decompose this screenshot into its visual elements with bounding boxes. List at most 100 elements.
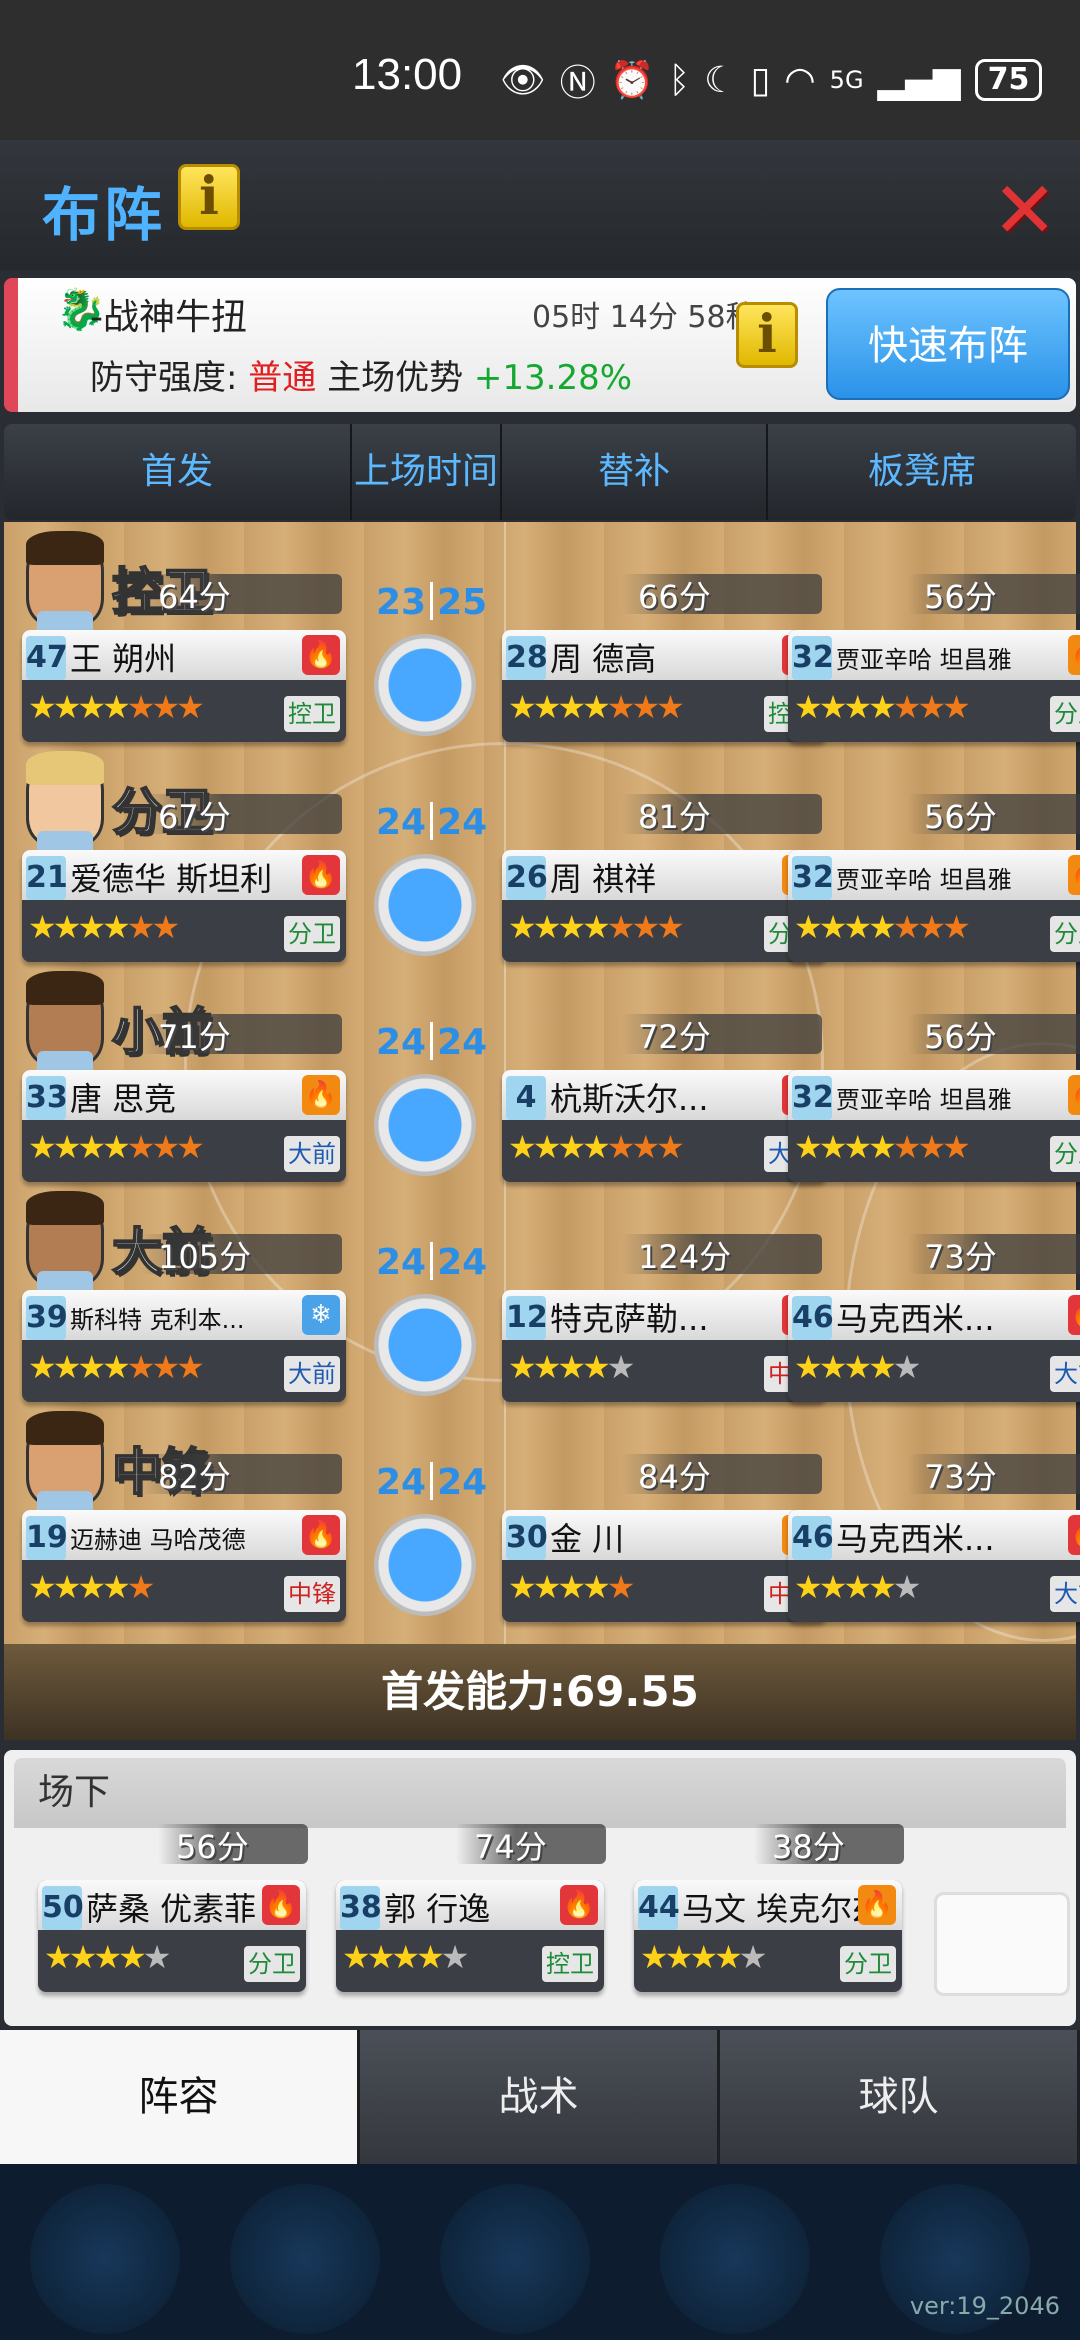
play-minutes: 124分 xyxy=(638,1238,732,1276)
swap-toggle-button[interactable] xyxy=(374,1514,476,1616)
avatar-jersey xyxy=(37,1491,93,1511)
star-rating: ★★★★★★★ xyxy=(508,688,685,726)
star-rating: ★★★★★★★ xyxy=(28,1128,205,1166)
quick-lineup-button[interactable]: 快速布阵 xyxy=(826,288,1070,400)
tab-bench[interactable]: 板凳席 xyxy=(768,424,1076,520)
player-card[interactable]: 33 唐 思竞 🔥 ★★★★★★★ 大前 xyxy=(22,1070,346,1182)
info-icon[interactable]: i xyxy=(736,302,798,368)
play-minutes: 67分 xyxy=(158,798,231,836)
player-card[interactable]: 32贾亚辛哈 坦昌雅 🔥 ★★★★★★★ 分卫 xyxy=(788,630,1080,742)
role-badge: 大前 xyxy=(284,1136,340,1172)
play-minutes: 73分 xyxy=(924,1458,997,1496)
star-rating: ★★★★★★★ xyxy=(794,688,971,726)
star-rating: ★★★★★ xyxy=(794,1348,921,1386)
role-badge: 分卫 xyxy=(1050,696,1080,732)
swap-toggle-button[interactable] xyxy=(374,854,476,956)
tab-tactics[interactable]: 战术 xyxy=(360,2030,720,2164)
vibrate-icon: ▯ xyxy=(750,59,771,101)
bench-title: 场下 xyxy=(14,1758,1066,1828)
play-minutes: 66分 xyxy=(638,578,711,616)
chat-icon[interactable] xyxy=(660,2184,810,2334)
fire-icon: 🔥 xyxy=(858,1885,896,1925)
yen-icon[interactable] xyxy=(230,2184,380,2334)
ice-icon: ❄ xyxy=(302,1295,340,1335)
score-left: 24 xyxy=(376,1022,427,1063)
play-minutes: 74分 xyxy=(474,1828,547,1866)
score-right: 24 xyxy=(437,802,488,843)
close-icon[interactable]: ✕ xyxy=(992,172,1057,250)
empty-bench-slot[interactable] xyxy=(934,1892,1070,1996)
play-minutes: 56分 xyxy=(924,1018,997,1056)
swap-toggle-button[interactable] xyxy=(374,1074,476,1176)
star-rating: ★★★★★ xyxy=(342,1938,469,1976)
row-score: 24 24 xyxy=(376,1462,487,1503)
player-card[interactable]: 46马克西米... 🔥 ★★★★★ 大前 xyxy=(788,1510,1080,1622)
fire-icon: 🔥 xyxy=(560,1885,598,1925)
player-card[interactable]: 32贾亚辛哈 坦昌雅 🔥 ★★★★★★★ 分卫 xyxy=(788,850,1080,962)
player-card[interactable]: 26周 祺祥🔥★★★★★★★分卫 xyxy=(502,850,826,962)
tab-play-time[interactable]: 上场时间 xyxy=(352,424,502,520)
player-card[interactable]: 30金 川🔥★★★★★中锋 xyxy=(502,1510,826,1622)
player-card[interactable]: 44 马文 埃克尔兹 🔥 ★★★★★ 分卫 xyxy=(634,1880,902,1992)
star-rating: ★★★★★ xyxy=(640,1938,767,1976)
player-card[interactable]: 19 迈赫迪 马哈茂德 🔥 ★★★★★ 中锋 xyxy=(22,1510,346,1622)
star-rating: ★★★★★ xyxy=(508,1568,635,1606)
score-divider xyxy=(430,582,434,620)
player-name: 金 川 xyxy=(550,1520,625,1558)
jersey-number: 50 xyxy=(42,1886,84,1930)
play-minutes: 56分 xyxy=(924,578,997,616)
player-card[interactable]: 32贾亚辛哈 坦昌雅 🔥 ★★★★★★★ 分卫 xyxy=(788,1070,1080,1182)
player-name: 贾亚辛哈 坦昌雅 xyxy=(836,1086,1012,1114)
star-rating: ★★★★★★★ xyxy=(28,688,205,726)
help-info-icon[interactable]: i xyxy=(178,164,240,230)
player-name: 周 祺祥 xyxy=(550,860,657,898)
player-name: 萨桑 优素菲 xyxy=(86,1890,257,1928)
jersey-number: 38 xyxy=(340,1886,382,1930)
swap-toggle-button[interactable] xyxy=(374,634,476,736)
score-right: 24 xyxy=(437,1462,488,1503)
player-name: 马文 埃克尔兹 xyxy=(682,1890,885,1928)
player-card[interactable]: 28周 德高🔥★★★★★★★控卫 xyxy=(502,630,826,742)
jersey-number: 30 xyxy=(506,1516,548,1560)
player-card[interactable]: 46马克西米... 🔥 ★★★★★ 大前 xyxy=(788,1290,1080,1402)
tab-team[interactable]: 球队 xyxy=(720,2030,1080,2164)
jersey-number: 46 xyxy=(792,1516,834,1560)
play-minutes: 81分 xyxy=(638,798,711,836)
tab-starters[interactable]: 首发 xyxy=(4,424,352,520)
swap-toggle-button[interactable] xyxy=(374,1294,476,1396)
star-rating: ★★★★★★★ xyxy=(794,1128,971,1166)
jersey-icon[interactable] xyxy=(440,2184,590,2334)
row-score: 24 24 xyxy=(376,802,487,843)
tab-lineup[interactable]: 阵容 xyxy=(0,2030,360,2164)
player-name: 马克西米... xyxy=(836,1300,995,1338)
avatar-hair xyxy=(26,751,104,785)
defense-strength: 防守强度: 普通 主场优势 +13.28% xyxy=(90,350,632,399)
status-icons: 👁 Ⓝ ⏰ ᛒ ☾ ▯ ◠ 5G ▂▄▆ 75 xyxy=(500,54,1043,106)
score-right: 24 xyxy=(437,1022,488,1063)
avatar-hair xyxy=(26,531,104,565)
player-name: 斯科特 克利本... xyxy=(70,1306,245,1334)
score-left: 24 xyxy=(376,1242,427,1283)
play-minutes: 82分 xyxy=(158,1458,231,1496)
player-name: 特克萨勒... xyxy=(550,1300,709,1338)
player-card[interactable]: 4杭斯沃尔...🔥★★★★★★★大前 xyxy=(502,1070,826,1182)
defense-label: 防守强度: xyxy=(90,358,238,398)
jersey-number: 32 xyxy=(792,856,834,900)
role-badge: 大前 xyxy=(1050,1576,1080,1612)
fire-icon: 🔥 xyxy=(1068,1295,1080,1335)
star-rating: ★★★★★★★ xyxy=(508,908,685,946)
court-arc xyxy=(184,742,824,1382)
fire-icon: 🔥 xyxy=(302,1515,340,1555)
player-card[interactable]: 12特克萨勒...🔥★★★★★中锋 xyxy=(502,1290,826,1402)
star-rating: ★★★★★★ xyxy=(28,908,180,946)
tab-substitutes[interactable]: 替补 xyxy=(502,424,768,520)
star-icon[interactable] xyxy=(30,2184,180,2334)
player-card[interactable]: 50 萨桑 优素菲 🔥 ★★★★★ 分卫 xyxy=(38,1880,306,1992)
player-card[interactable]: 47 王 朔州 🔥 ★★★★★★★ 控卫 xyxy=(22,630,346,742)
player-card[interactable]: 38 郭 行逸 🔥 ★★★★★ 控卫 xyxy=(336,1880,604,1992)
star-rating: ★★★★★★★ xyxy=(28,1348,205,1386)
player-card[interactable]: 39 斯科特 克利本... ❄ ★★★★★★★ 大前 xyxy=(22,1290,346,1402)
fire-icon: 🔥 xyxy=(302,1075,340,1115)
player-card[interactable]: 21 爱德华 斯坦利 🔥 ★★★★★★ 分卫 xyxy=(22,850,346,962)
eye-icon: 👁 xyxy=(500,60,546,101)
